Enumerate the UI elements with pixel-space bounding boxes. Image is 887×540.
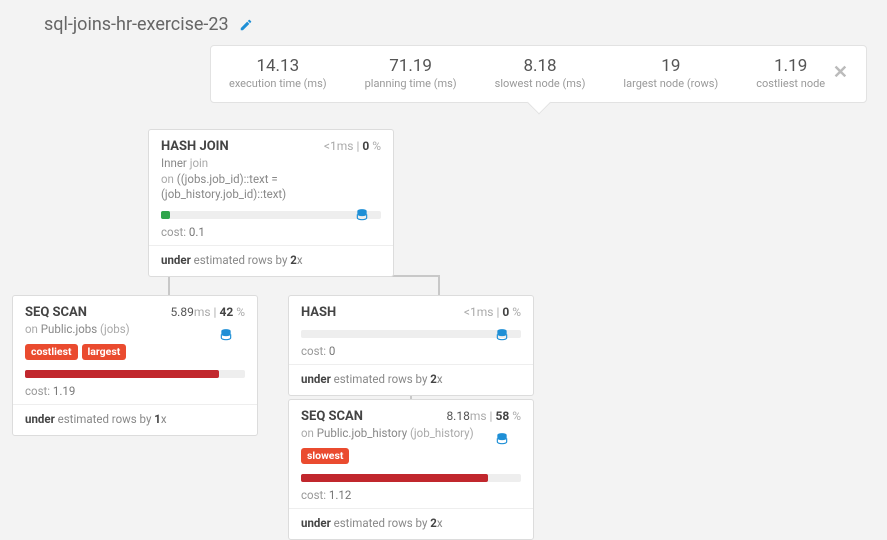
stat-value: 19 (623, 56, 718, 76)
stat-label: costliest node (756, 77, 825, 90)
node-seq-scan-job-history[interactable]: SEQ SCAN 8.18ms | 58 % on Public.job_his… (288, 399, 534, 540)
stat-label: largest node (rows) (623, 77, 718, 90)
node-type: HASH (301, 305, 336, 320)
node-hash-join[interactable]: HASH JOIN <1ms | 0 % Inner join on ((job… (148, 129, 394, 277)
progress-bar (301, 330, 521, 338)
node-estimate: under estimated rows by 2x (289, 509, 533, 539)
stat-value: 8.18 (495, 56, 586, 76)
stat-largest[interactable]: 19 largest node (rows) (623, 56, 718, 90)
stat-value: 1.19 (756, 56, 825, 76)
node-seq-scan-jobs[interactable]: SEQ SCAN 5.89ms | 42 % on Public.jobs (j… (12, 295, 258, 436)
stat-label: planning time (ms) (365, 77, 457, 90)
node-tags: costliest largest (13, 342, 257, 366)
database-icon[interactable] (495, 432, 509, 447)
node-header: SEQ SCAN 5.89ms | 42 % (13, 296, 257, 322)
tag-slowest: slowest (301, 448, 349, 464)
edit-icon[interactable] (239, 17, 253, 32)
database-icon[interactable] (355, 208, 369, 223)
node-cost: cost: 0 (289, 342, 533, 365)
node-type: SEQ SCAN (301, 409, 363, 424)
tag-largest: largest (82, 344, 127, 360)
node-estimate: under estimated rows by 1x (13, 405, 257, 435)
tag-costliest: costliest (25, 344, 78, 360)
node-timing: 8.18ms | 58 % (446, 409, 521, 423)
stat-execution[interactable]: 14.13 execution time (ms) (229, 56, 327, 90)
stat-value: 14.13 (229, 56, 327, 76)
node-cost: cost: 0.1 (149, 223, 393, 246)
node-estimate: under estimated rows by 2x (289, 365, 533, 395)
node-timing: 5.89ms | 42 % (170, 305, 245, 319)
page-title: sql-joins-hr-exercise-23 (44, 14, 229, 35)
node-hash[interactable]: HASH <1ms | 0 % cost: 0 under estimated … (288, 295, 534, 396)
stat-planning[interactable]: 71.19 planning time (ms) (365, 56, 457, 90)
stat-costliest[interactable]: 1.19 costliest node (756, 56, 825, 90)
stat-label: execution time (ms) (229, 77, 327, 90)
connector-line (168, 275, 170, 295)
stats-bar: 14.13 execution time (ms) 71.19 planning… (210, 45, 867, 103)
page-header: sql-joins-hr-exercise-23 (0, 0, 887, 45)
node-timing: <1ms | 0 % (464, 305, 521, 319)
node-cost: cost: 1.19 (13, 382, 257, 405)
node-header: HASH JOIN <1ms | 0 % (149, 130, 393, 156)
node-header: HASH <1ms | 0 % (289, 296, 533, 322)
node-tags: slowest (289, 446, 533, 470)
progress-bar (301, 474, 521, 482)
progress-bar (25, 370, 245, 378)
node-timing: <1ms | 0 % (324, 139, 381, 153)
stat-slowest[interactable]: 8.18 slowest node (ms) (495, 56, 586, 90)
node-type: HASH JOIN (161, 139, 229, 154)
progress-bar (161, 211, 381, 219)
node-header: SEQ SCAN 8.18ms | 58 % (289, 400, 533, 426)
node-detail: Inner join on ((jobs.job_id)::text = (jo… (149, 156, 393, 207)
node-type: SEQ SCAN (25, 305, 87, 320)
node-cost: cost: 1.12 (289, 486, 533, 509)
database-icon[interactable] (495, 327, 509, 342)
node-estimate: under estimated rows by 2x (149, 246, 393, 276)
stat-value: 71.19 (365, 56, 457, 76)
database-icon[interactable] (219, 328, 233, 343)
connector-line (438, 275, 440, 295)
stat-label: slowest node (ms) (495, 77, 586, 90)
close-icon[interactable]: ✕ (833, 62, 848, 83)
stats-group: 14.13 execution time (ms) 71.19 planning… (229, 56, 825, 90)
